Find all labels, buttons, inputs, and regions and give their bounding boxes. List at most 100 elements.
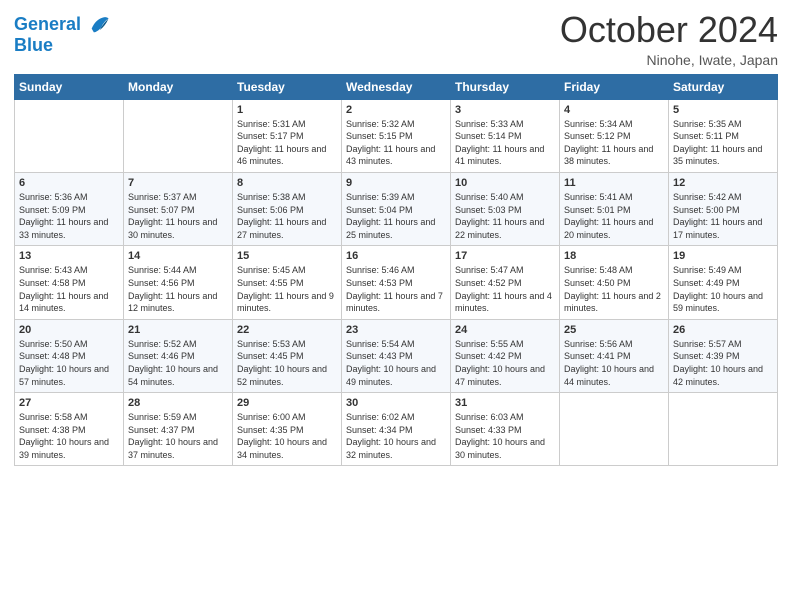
day-detail: Sunrise: 5:45 AMSunset: 4:55 PMDaylight:… [237,264,337,314]
day-detail: Sunrise: 5:31 AMSunset: 5:17 PMDaylight:… [237,118,337,168]
logo-bird-icon [88,14,110,36]
calendar-cell [560,393,669,466]
title-block: October 2024 Ninohe, Iwate, Japan [560,10,778,68]
day-detail: Sunrise: 5:36 AMSunset: 5:09 PMDaylight:… [19,191,119,241]
calendar-cell: 2 Sunrise: 5:32 AMSunset: 5:15 PMDaylight… [342,99,451,172]
calendar-cell: 5Sunrise: 5:35 AMSunset: 5:11 PMDaylight… [669,99,778,172]
calendar-cell: 11 Sunrise: 5:41 AMSunset: 5:01 PMDayligh… [560,172,669,245]
weekday-header: Tuesday [233,74,342,99]
calendar-cell: 1 Sunrise: 5:31 AMSunset: 5:17 PMDaylight… [233,99,342,172]
calendar-cell: 22Sunrise: 5:53 AMSunset: 4:45 PMDayligh… [233,319,342,392]
calendar-week-row: 13Sunrise: 5:43 AMSunset: 4:58 PMDayligh… [15,246,778,319]
day-detail: Sunrise: 5:37 AMSunset: 5:07 PMDaylight:… [128,191,228,241]
calendar-cell: 23 Sunrise: 5:54 AMSunset: 4:43 PMDayligh… [342,319,451,392]
day-number: 29 [237,397,337,409]
day-number: 11 [564,177,664,189]
calendar-cell: 16 Sunrise: 5:46 AMSunset: 4:53 PMDayligh… [342,246,451,319]
calendar-cell: 18Sunrise: 5:48 AMSunset: 4:50 PMDayligh… [560,246,669,319]
day-detail: Sunrise: 5:33 AMSunset: 5:14 PMDaylight:… [455,118,555,168]
day-number: 22 [237,324,337,336]
day-detail: Sunrise: 5:41 AMSunset: 5:01 PMDaylight:… [564,191,664,241]
calendar-cell: 21 Sunrise: 5:52 AMSunset: 4:46 PMDayligh… [124,319,233,392]
day-number: 4 [564,104,664,116]
weekday-header: Saturday [669,74,778,99]
day-number: 6 [19,177,119,189]
day-number: 14 [128,250,228,262]
calendar-cell: 10 Sunrise: 5:40 AMSunset: 5:03 PMDayligh… [451,172,560,245]
day-number: 30 [346,397,446,409]
calendar-week-row: 1 Sunrise: 5:31 AMSunset: 5:17 PMDaylight… [15,99,778,172]
day-detail: Sunrise: 5:50 AMSunset: 4:48 PMDaylight:… [19,338,119,388]
calendar-week-row: 27 Sunrise: 5:58 AMSunset: 4:38 PMDayligh… [15,393,778,466]
weekday-header: Monday [124,74,233,99]
calendar-cell: 13Sunrise: 5:43 AMSunset: 4:58 PMDayligh… [15,246,124,319]
page: General Blue October 2024 Ninohe, Iwate,… [0,0,792,612]
calendar-cell [15,99,124,172]
day-number: 10 [455,177,555,189]
day-number: 28 [128,397,228,409]
day-number: 25 [564,324,664,336]
weekday-header: Friday [560,74,669,99]
day-number: 15 [237,250,337,262]
day-number: 9 [346,177,446,189]
calendar-cell: 14Sunrise: 5:44 AMSunset: 4:56 PMDayligh… [124,246,233,319]
day-detail: Sunrise: 5:59 AMSunset: 4:37 PMDaylight:… [128,411,228,461]
day-detail: Sunrise: 5:48 AMSunset: 4:50 PMDaylight:… [564,264,664,314]
weekday-header: Thursday [451,74,560,99]
day-detail: Sunrise: 5:47 AMSunset: 4:52 PMDaylight:… [455,264,555,314]
calendar-cell: 25 Sunrise: 5:56 AMSunset: 4:41 PMDayligh… [560,319,669,392]
day-detail: Sunrise: 5:39 AMSunset: 5:04 PMDaylight:… [346,191,446,241]
calendar-cell: 20 Sunrise: 5:50 AMSunset: 4:48 PMDayligh… [15,319,124,392]
day-number: 7 [128,177,228,189]
day-number: 2 [346,104,446,116]
logo: General Blue [14,14,110,56]
calendar-cell: 3 Sunrise: 5:33 AMSunset: 5:14 PMDaylight… [451,99,560,172]
calendar-week-row: 20 Sunrise: 5:50 AMSunset: 4:48 PMDayligh… [15,319,778,392]
calendar-cell: 24 Sunrise: 5:55 AMSunset: 4:42 PMDayligh… [451,319,560,392]
day-detail: Sunrise: 5:55 AMSunset: 4:42 PMDaylight:… [455,338,555,388]
logo-blue: Blue [14,36,110,56]
calendar-cell: 6 Sunrise: 5:36 AMSunset: 5:09 PMDaylight… [15,172,124,245]
weekday-header: Sunday [15,74,124,99]
calendar-cell: 28 Sunrise: 5:59 AMSunset: 4:37 PMDayligh… [124,393,233,466]
day-number: 3 [455,104,555,116]
day-number: 27 [19,397,119,409]
day-detail: Sunrise: 5:58 AMSunset: 4:38 PMDaylight:… [19,411,119,461]
day-detail: Sunrise: 5:46 AMSunset: 4:53 PMDaylight:… [346,264,446,314]
calendar-cell: 15 Sunrise: 5:45 AMSunset: 4:55 PMDayligh… [233,246,342,319]
calendar-cell: 4Sunrise: 5:34 AMSunset: 5:12 PMDaylight… [560,99,669,172]
day-number: 23 [346,324,446,336]
day-number: 31 [455,397,555,409]
calendar-cell: 30 Sunrise: 6:02 AMSunset: 4:34 PMDayligh… [342,393,451,466]
month-title: October 2024 [560,10,778,50]
calendar-table: SundayMondayTuesdayWednesdayThursdayFrid… [14,74,778,467]
calendar-cell: 12Sunrise: 5:42 AMSunset: 5:00 PMDayligh… [669,172,778,245]
day-number: 24 [455,324,555,336]
day-number: 8 [237,177,337,189]
day-detail: Sunrise: 6:02 AMSunset: 4:34 PMDaylight:… [346,411,446,461]
day-number: 20 [19,324,119,336]
day-number: 13 [19,250,119,262]
day-number: 19 [673,250,773,262]
day-number: 16 [346,250,446,262]
day-number: 21 [128,324,228,336]
day-detail: Sunrise: 5:42 AMSunset: 5:00 PMDaylight:… [673,191,773,241]
calendar-cell: 31 Sunrise: 6:03 AMSunset: 4:33 PMDayligh… [451,393,560,466]
day-detail: Sunrise: 5:54 AMSunset: 4:43 PMDaylight:… [346,338,446,388]
calendar-cell [669,393,778,466]
calendar-header-row: SundayMondayTuesdayWednesdayThursdayFrid… [15,74,778,99]
day-number: 1 [237,104,337,116]
day-detail: Sunrise: 5:40 AMSunset: 5:03 PMDaylight:… [455,191,555,241]
day-detail: Sunrise: 5:35 AMSunset: 5:11 PMDaylight:… [673,118,773,168]
day-detail: Sunrise: 5:32 AMSunset: 5:15 PMDaylight:… [346,118,446,168]
logo-general: General [14,14,81,34]
day-detail: Sunrise: 5:56 AMSunset: 4:41 PMDaylight:… [564,338,664,388]
calendar-cell: 19Sunrise: 5:49 AMSunset: 4:49 PMDayligh… [669,246,778,319]
day-detail: Sunrise: 6:03 AMSunset: 4:33 PMDaylight:… [455,411,555,461]
day-detail: Sunrise: 5:52 AMSunset: 4:46 PMDaylight:… [128,338,228,388]
logo-text: General [14,14,110,36]
day-detail: Sunrise: 5:38 AMSunset: 5:06 PMDaylight:… [237,191,337,241]
day-detail: Sunrise: 5:57 AMSunset: 4:39 PMDaylight:… [673,338,773,388]
calendar-cell: 8 Sunrise: 5:38 AMSunset: 5:06 PMDaylight… [233,172,342,245]
calendar-cell: 26Sunrise: 5:57 AMSunset: 4:39 PMDayligh… [669,319,778,392]
